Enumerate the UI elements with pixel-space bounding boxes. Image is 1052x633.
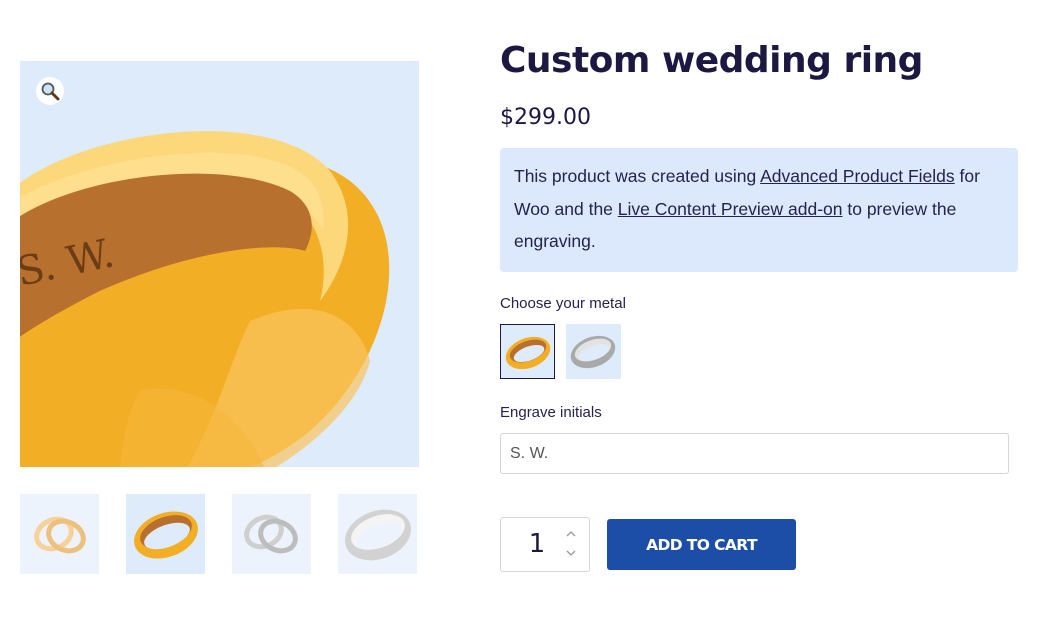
engrave-label: Engrave initials bbox=[500, 404, 602, 421]
chevron-down-icon[interactable] bbox=[563, 547, 579, 559]
product-title: Custom wedding ring bbox=[500, 40, 923, 81]
advanced-product-fields-link[interactable]: Advanced Product Fields bbox=[760, 166, 955, 186]
gold-ring-closeup-image: S. W. bbox=[20, 61, 419, 467]
magnifier-icon bbox=[40, 81, 60, 101]
metal-label: Choose your metal bbox=[500, 295, 626, 312]
live-content-preview-link[interactable]: Live Content Preview add-on bbox=[618, 199, 843, 219]
zoom-button[interactable] bbox=[36, 77, 64, 105]
add-to-cart-row: 1 ADD TO CART bbox=[500, 517, 1018, 572]
quantity-stepper[interactable]: 1 bbox=[500, 517, 590, 572]
product-price: $299.00 bbox=[500, 105, 591, 130]
thumbnail-gold-ring[interactable] bbox=[126, 494, 205, 574]
product-gallery: S. W. bbox=[20, 61, 419, 574]
thumbnail-silver-rings-pair[interactable] bbox=[232, 494, 311, 574]
metal-option-silver[interactable] bbox=[566, 324, 621, 379]
metal-swatches bbox=[500, 324, 1018, 379]
thumbnail-gold-rings-pair[interactable] bbox=[20, 494, 99, 574]
add-to-cart-button[interactable]: ADD TO CART bbox=[607, 519, 796, 570]
notice-text: This product was created using bbox=[514, 166, 761, 186]
chevron-up-icon[interactable] bbox=[563, 528, 579, 540]
product-summary: Custom wedding ring $299.00 This product… bbox=[500, 38, 1018, 572]
info-notice: This product was created using Advanced … bbox=[500, 148, 1018, 272]
thumbnail-strip bbox=[20, 494, 419, 574]
engrave-initials-input[interactable] bbox=[500, 433, 1009, 474]
metal-option-gold[interactable] bbox=[500, 324, 555, 379]
quantity-value[interactable]: 1 bbox=[501, 518, 573, 571]
main-product-image[interactable]: S. W. bbox=[20, 61, 419, 467]
thumbnail-silver-ring[interactable] bbox=[338, 494, 417, 574]
